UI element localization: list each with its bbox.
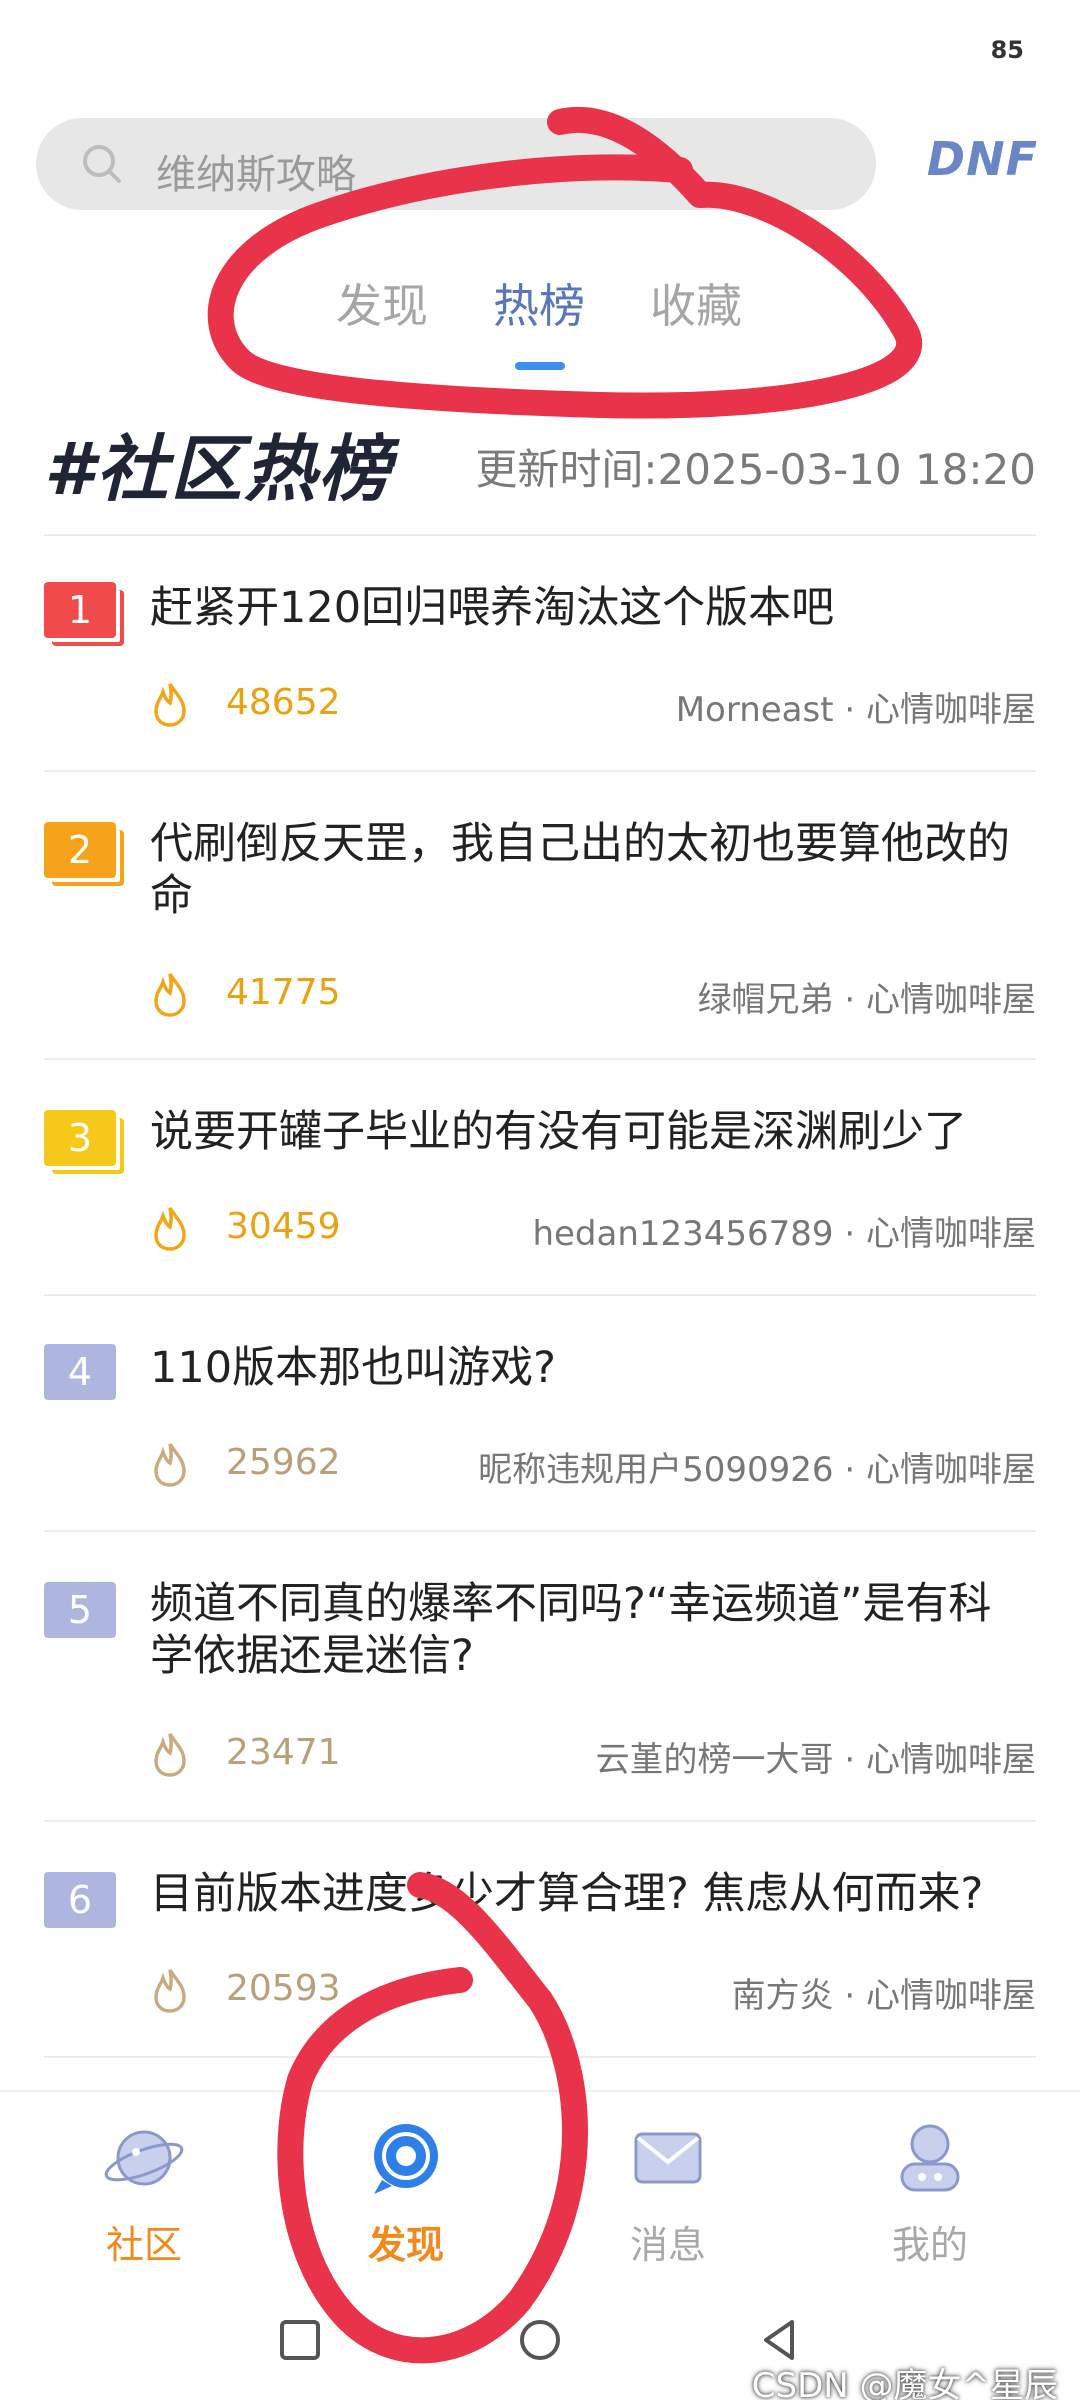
author-board: 昵称违规用户5090926 · 心情咖啡屋 [478,1442,1036,1491]
separator: · [844,690,856,730]
item-meta: 41775 绿帽兄弟 · 心情咖啡屋 [150,966,1036,1022]
hot-item-2[interactable]: 2 代刷倒反天罡，我自己出的太初也要算他改的命 41775 绿帽兄弟 · 心情咖… [0,770,1080,1058]
hot-item-1[interactable]: 1 赶紧开120回归喂养淘汰这个版本吧 48652 Morneast · 心情咖… [0,534,1080,770]
author-board: Morneast · 心情咖啡屋 [676,682,1036,731]
home-icon[interactable] [516,2316,564,2364]
hot-item-5[interactable]: 5 频道不同真的爆率不同吗?“幸运频道”是有科学依据还是迷信? 23471 云堇… [0,1530,1080,1820]
item-meta: 23471 云堇的榜一大哥 · 心情咖啡屋 [150,1726,1036,1782]
board-name[interactable]: 心情咖啡屋 [866,1214,1036,1254]
tab-favorites[interactable]: 收藏 [650,270,742,336]
heat-count: 20593 [226,1968,341,2009]
author-name[interactable]: 云堇的榜一大哥 [596,1740,834,1780]
flame-icon [154,1969,186,2013]
profile-icon [900,2124,960,2192]
nav-messages[interactable]: 消息 [588,2116,748,2286]
battery-level: 85 [990,36,1024,64]
top-tabs: 发现 热榜 收藏 [0,270,1080,380]
bottom-nav: 社区 发现 消息 我的 [0,2090,1080,2290]
hot-item-4[interactable]: 4 110版本那也叫游戏? 25962 昵称违规用户5090926 · 心情咖啡… [0,1294,1080,1530]
board-name[interactable]: 心情咖啡屋 [866,1976,1036,2016]
author-board: 南方炎 · 心情咖啡屋 [732,1968,1036,2017]
nav-label: 消息 [629,2223,706,2267]
discover-icon [374,2124,438,2194]
nav-label: 我的 [891,2223,968,2267]
rank-badge: 1 [44,582,116,638]
hot-item-3[interactable]: 3 说要开罐子毕业的有没有可能是深渊刷少了 30459 hedan1234567… [0,1058,1080,1294]
author-name[interactable]: 南方炎 [732,1976,834,2016]
watermark: CSDN @魔女^星辰 [751,2366,1058,2400]
heat-count: 48652 [226,682,341,723]
author-board: hedan123456789 · 心情咖啡屋 [532,1206,1036,1255]
heat-count: 23471 [226,1732,341,1773]
item-title: 频道不同真的爆率不同吗?“幸运频道”是有科学依据还是迷信? [150,1579,992,1681]
separator: · [844,1740,856,1780]
divider [44,2056,1036,2058]
item-meta: 20593 南方炎 · 心情咖啡屋 [150,1962,1036,2018]
active-tab-indicator [515,362,565,370]
author-name[interactable]: 昵称违规用户5090926 [478,1450,833,1490]
nav-profile[interactable]: 我的 [850,2116,1010,2286]
nav-label: 社区 [105,2223,182,2267]
item-title: 目前版本进度多少才算合理? 焦虑从何而来? [150,1869,984,1919]
author-name[interactable]: 绿帽兄弟 [698,980,834,1020]
board-name[interactable]: 心情咖啡屋 [866,690,1036,730]
separator: · [844,1976,856,2016]
author-name[interactable]: hedan123456789 [532,1214,833,1254]
item-title: 110版本那也叫游戏? [150,1343,556,1393]
author-board: 绿帽兄弟 · 心情咖啡屋 [698,972,1036,1021]
rank-badge: 4 [44,1344,116,1400]
heat-count: 25962 [226,1442,341,1483]
rank-badge: 3 [44,1110,116,1166]
tab-hot[interactable]: 热榜 [493,270,585,336]
flame-icon [154,1207,186,1251]
rank-badge: 2 [44,822,116,878]
search-row: 维纳斯攻略 DNF [36,118,1046,214]
back-icon[interactable] [756,2316,804,2364]
item-meta: 30459 hedan123456789 · 心情咖啡屋 [150,1200,1036,1256]
hot-board-title: #社区热榜 [44,427,393,511]
rank-badge: 5 [44,1582,116,1638]
board-name[interactable]: 心情咖啡屋 [866,1740,1036,1780]
hot-item-6[interactable]: 6 目前版本进度多少才算合理? 焦虑从何而来? 20593 南方炎 · 心情咖啡… [0,1820,1080,2056]
flame-icon [154,1733,186,1777]
separator: · [844,1450,856,1490]
board-name[interactable]: 心情咖啡屋 [866,980,1036,1020]
search-icon [83,145,121,183]
item-title: 代刷倒反天罡，我自己出的太初也要算他改的命 [150,819,1010,921]
search-placeholder: 维纳斯攻略 [156,152,356,198]
item-title: 赶紧开120回归喂养淘汰这个版本吧 [150,583,835,633]
flame-icon [154,1443,186,1487]
item-meta: 25962 昵称违规用户5090926 · 心情咖啡屋 [150,1436,1036,1492]
dnf-logo[interactable]: DNF [927,132,1038,186]
status-bar: 85 [0,0,1080,100]
item-meta: 48652 Morneast · 心情咖啡屋 [150,676,1036,732]
tab-discover[interactable]: 发现 [336,270,428,336]
recent-apps-icon[interactable] [276,2316,324,2364]
flame-icon [154,683,186,727]
update-time: 更新时间:2025-03-10 18:20 [475,445,1036,494]
mail-icon [634,2132,702,2184]
author-name[interactable]: Morneast [676,690,834,730]
flame-icon [154,973,186,1017]
search-input[interactable]: 维纳斯攻略 [36,118,876,210]
nav-label: 发现 [367,2223,444,2267]
heat-count: 41775 [226,972,341,1013]
separator: · [844,980,856,1020]
planet-icon [104,2130,184,2186]
item-title: 说要开罐子毕业的有没有可能是深渊刷少了 [150,1107,967,1157]
nav-community[interactable]: 社区 [64,2116,224,2286]
rank-badge: 6 [44,1872,116,1928]
heat-count: 30459 [226,1206,341,1247]
board-name[interactable]: 心情咖啡屋 [866,1450,1036,1490]
nav-discover[interactable]: 发现 [326,2116,486,2286]
separator: · [844,1214,856,1254]
author-board: 云堇的榜一大哥 · 心情咖啡屋 [596,1732,1036,1781]
